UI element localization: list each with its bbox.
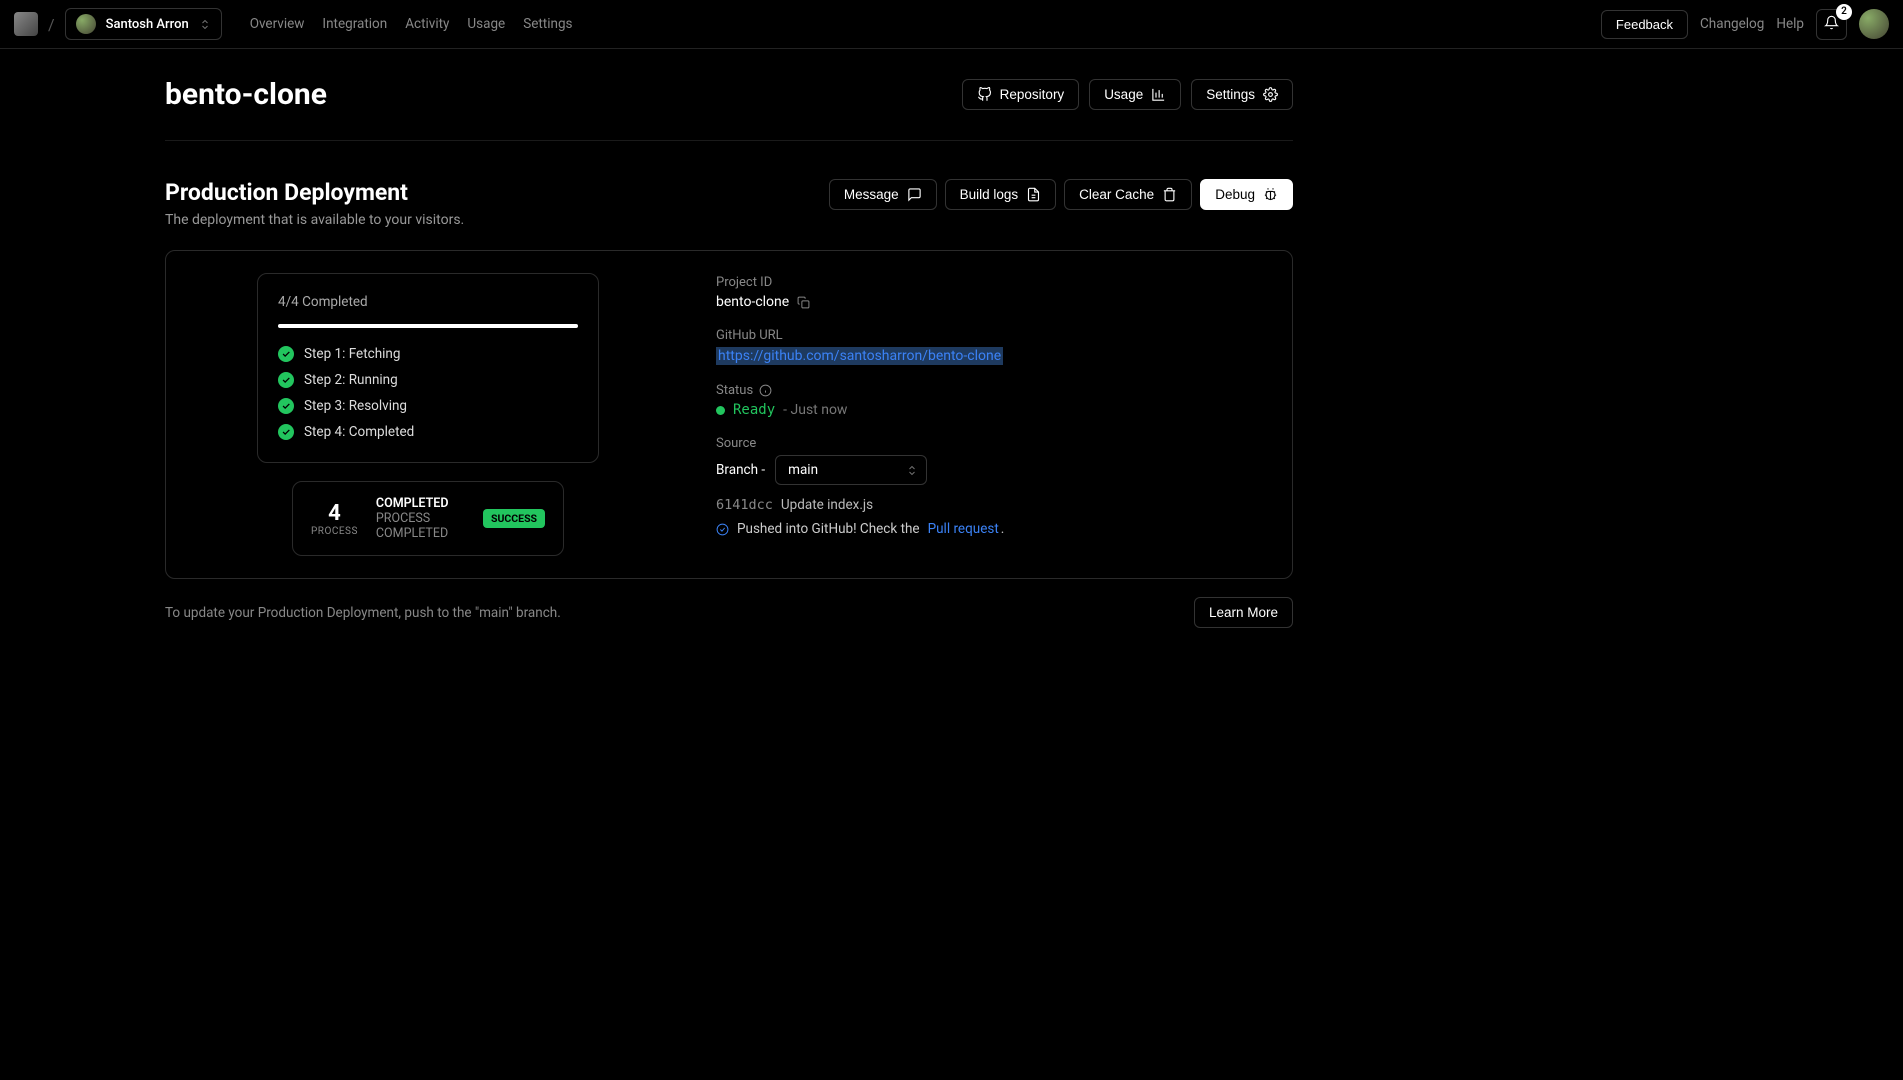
commit-message: Update index.js	[781, 497, 873, 513]
check-circle-icon	[716, 523, 729, 536]
process-count: 4	[311, 501, 358, 526]
deployment-card: 4/4 Completed Step 1: Fetching Step 2: R…	[165, 250, 1293, 579]
footer-hint: To update your Production Deployment, pu…	[165, 605, 561, 621]
main-nav: Overview Integration Activity Usage Sett…	[250, 16, 573, 32]
help-link[interactable]: Help	[1776, 16, 1804, 32]
summary-line1: COMPLETED	[376, 496, 465, 511]
branch-value: main	[788, 462, 818, 478]
status-time: - Just now	[783, 402, 847, 418]
push-text: Pushed into GitHub! Check the	[737, 521, 920, 537]
branch-select[interactable]: main	[775, 455, 927, 485]
settings-button[interactable]: Settings	[1191, 79, 1293, 110]
check-icon	[278, 346, 294, 362]
nav-usage[interactable]: Usage	[467, 16, 505, 32]
bug-icon	[1263, 187, 1278, 202]
check-icon	[278, 424, 294, 440]
topbar: / Santosh Arron Overview Integration Act…	[0, 0, 1903, 49]
branch-label: Branch -	[716, 462, 765, 478]
buildlogs-button[interactable]: Build logs	[945, 179, 1057, 210]
section-title: Production Deployment	[165, 179, 464, 206]
info-icon[interactable]	[759, 384, 772, 397]
github-label: GitHub URL	[716, 328, 1270, 343]
usage-button[interactable]: Usage	[1089, 79, 1181, 110]
changelog-link[interactable]: Changelog	[1700, 16, 1764, 32]
nav-overview[interactable]: Overview	[250, 16, 305, 32]
progress-text: 4/4 Completed	[278, 294, 578, 310]
github-url-link[interactable]: https://github.com/santosharron/bento-cl…	[716, 347, 1003, 365]
message-button-label: Message	[844, 187, 899, 202]
projectid-label: Project ID	[716, 275, 1270, 290]
projectid-value: bento-clone	[716, 294, 789, 310]
step-row: Step 1: Fetching	[278, 346, 578, 362]
step-label: Step 4: Completed	[304, 424, 414, 440]
status-label: Status	[716, 383, 753, 398]
status-value: Ready	[733, 402, 775, 418]
nav-integration[interactable]: Integration	[322, 16, 387, 32]
nav-activity[interactable]: Activity	[405, 16, 449, 32]
check-icon	[278, 372, 294, 388]
pull-request-link[interactable]: Pull request	[928, 521, 999, 537]
summary-panel: 4 PROCESS COMPLETED PROCESS COMPLETED SU…	[292, 481, 564, 556]
feedback-button[interactable]: Feedback	[1601, 10, 1688, 39]
message-icon	[907, 187, 922, 202]
process-count-label: PROCESS	[311, 526, 358, 537]
github-icon	[977, 87, 992, 102]
user-avatar-icon	[76, 14, 96, 34]
repository-button-label: Repository	[1000, 87, 1065, 102]
app-logo[interactable]	[14, 12, 38, 36]
status-dot-icon	[716, 406, 725, 415]
trash-icon	[1162, 187, 1177, 202]
step-row: Step 2: Running	[278, 372, 578, 388]
summary-line2: PROCESS COMPLETED	[376, 511, 465, 541]
chart-icon	[1151, 87, 1166, 102]
push-suffix: .	[1001, 521, 1005, 537]
success-badge: SUCCESS	[483, 509, 545, 528]
breadcrumb-separator: /	[48, 15, 55, 34]
step-row: Step 3: Resolving	[278, 398, 578, 414]
learn-more-button[interactable]: Learn More	[1194, 597, 1293, 628]
check-icon	[278, 398, 294, 414]
step-label: Step 2: Running	[304, 372, 398, 388]
source-label: Source	[716, 436, 1270, 451]
step-label: Step 1: Fetching	[304, 346, 400, 362]
repository-button[interactable]: Repository	[962, 79, 1080, 110]
step-label: Step 3: Resolving	[304, 398, 407, 414]
clearcache-button[interactable]: Clear Cache	[1064, 179, 1192, 210]
notifications-button[interactable]: 2	[1816, 9, 1847, 40]
step-row: Step 4: Completed	[278, 424, 578, 440]
steps-panel: 4/4 Completed Step 1: Fetching Step 2: R…	[257, 273, 599, 463]
user-menu-avatar[interactable]	[1859, 9, 1889, 39]
section-subtitle: The deployment that is available to your…	[165, 212, 464, 228]
chevron-updown-icon	[906, 464, 918, 477]
project-title: bento-clone	[165, 77, 327, 112]
usage-button-label: Usage	[1104, 87, 1143, 102]
buildlogs-button-label: Build logs	[960, 187, 1019, 202]
workspace-name: Santosh Arron	[106, 17, 189, 32]
nav-settings[interactable]: Settings	[523, 16, 572, 32]
copy-icon[interactable]	[797, 296, 810, 309]
clearcache-button-label: Clear Cache	[1079, 187, 1154, 202]
commit-hash: 6141dcc	[716, 497, 773, 513]
notification-count: 2	[1836, 4, 1852, 20]
chevron-updown-icon	[199, 18, 211, 31]
debug-button-label: Debug	[1215, 187, 1255, 202]
settings-button-label: Settings	[1206, 87, 1255, 102]
main-content: Production Deployment The deployment tha…	[165, 141, 1293, 628]
debug-button[interactable]: Debug	[1200, 179, 1293, 210]
message-button[interactable]: Message	[829, 179, 937, 210]
page-header: bento-clone Repository Usage Settings	[165, 49, 1293, 141]
file-icon	[1026, 187, 1041, 202]
progress-bar	[278, 324, 578, 328]
gear-icon	[1263, 87, 1278, 102]
workspace-selector[interactable]: Santosh Arron	[65, 8, 222, 40]
